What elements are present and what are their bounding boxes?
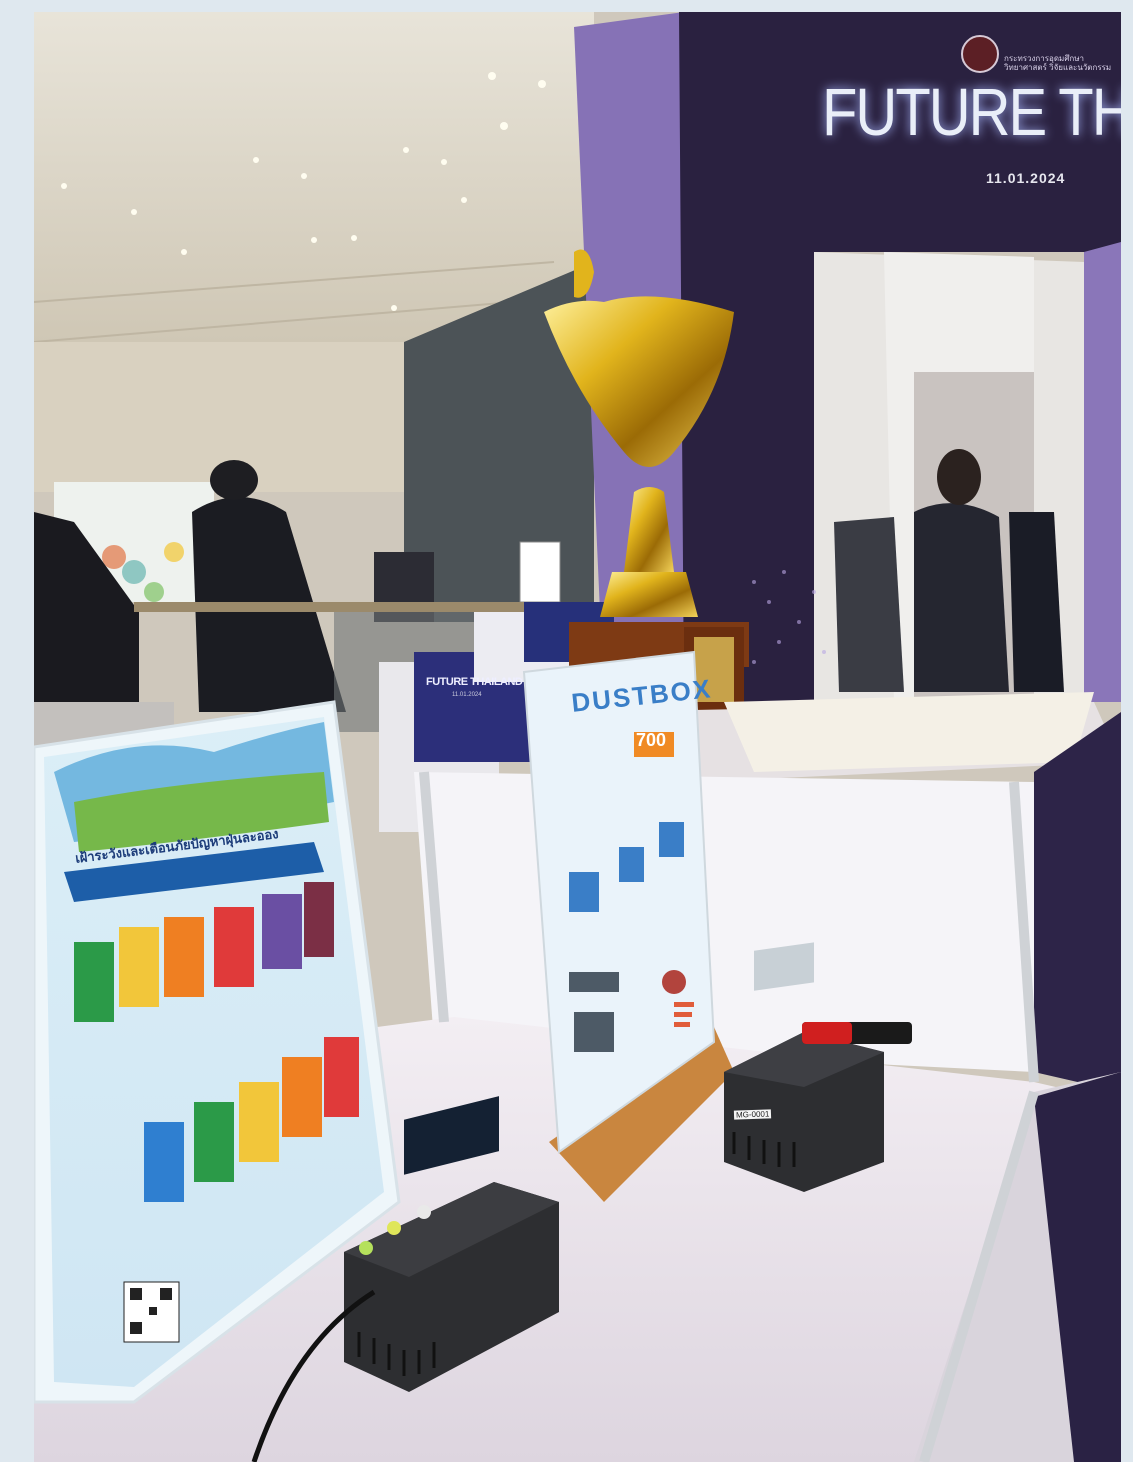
backdrop-date: 11.01.2024 (986, 170, 1066, 186)
backdrop-title: FUTURE THAIL (822, 75, 1121, 150)
center-poster-number: 700 (636, 730, 667, 750)
ministry-logo-text: กระทรวงการอุดมศึกษา วิทยาศาสตร์ วิจัยและ… (1004, 54, 1112, 72)
ministry-logo (961, 35, 999, 73)
exhibition-photo (34, 12, 1121, 1462)
device-label: MG-0001 (733, 1109, 772, 1120)
info-sign (519, 541, 561, 603)
photo-frame: กระทรวงการอุดมศึกษา วิทยาศาสตร์ วิจัยและ… (34, 12, 1121, 1462)
booth-side-panel (1034, 712, 1121, 1092)
display-box-date: 11.01.2024 (452, 692, 482, 698)
certificate (724, 692, 1094, 772)
display-box-title: FUTURE THAILAND (426, 676, 523, 688)
right-pillar (1084, 242, 1121, 702)
ceiling (34, 12, 594, 342)
